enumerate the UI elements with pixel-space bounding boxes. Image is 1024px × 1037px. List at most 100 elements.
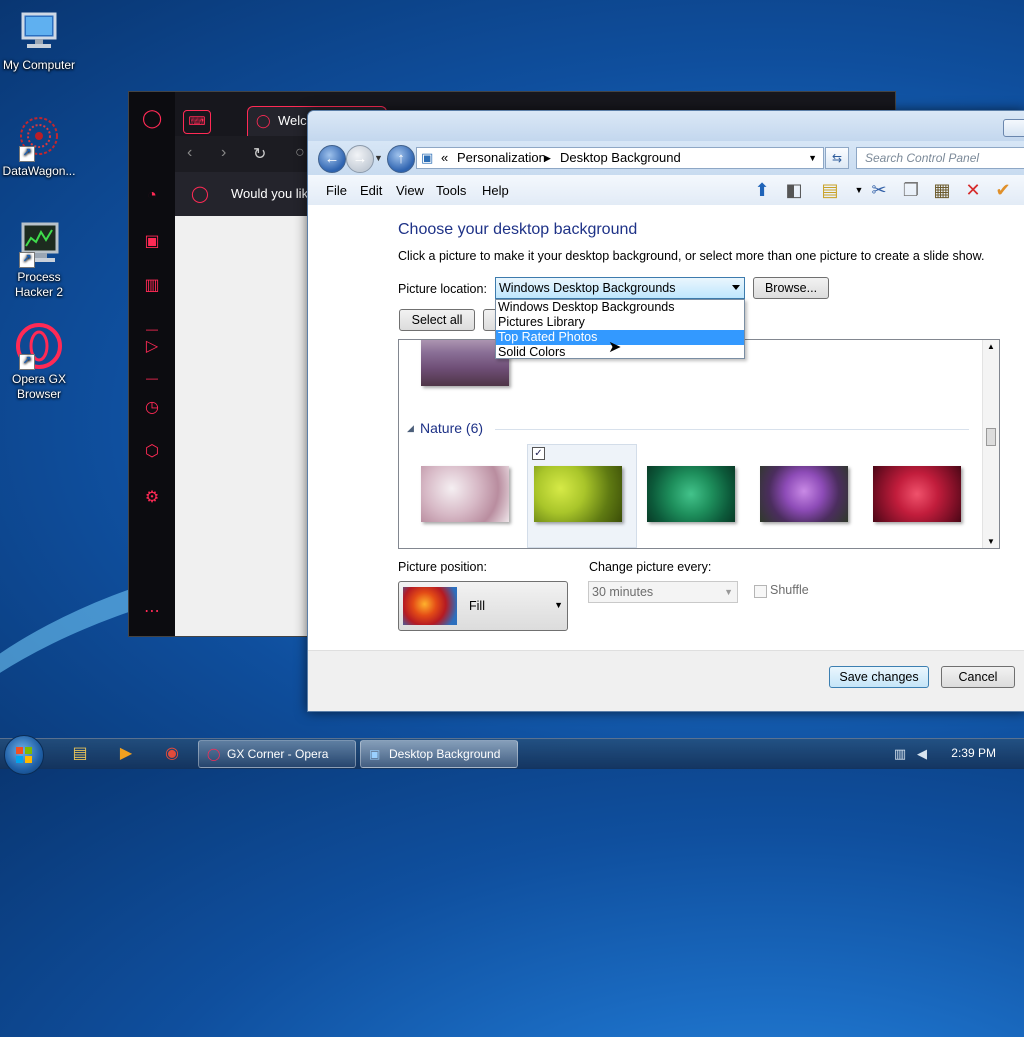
change-picture-label: Change picture every: [589, 560, 712, 574]
page-title: Choose your desktop background [398, 221, 638, 238]
taskbar: ▤ ▶ ◉ ◯ GX Corner - Opera ▣ Desktop Back… [0, 735, 1024, 775]
back-button[interactable]: ← [318, 145, 346, 173]
menu-tools[interactable]: Tools [436, 183, 466, 198]
nature-photo-leaves[interactable] [647, 466, 735, 522]
network-icon[interactable]: ▥ [888, 742, 912, 766]
cut-icon[interactable]: ✂ [868, 179, 890, 201]
shortcut-arrow-icon: ↗ [19, 146, 35, 162]
delete-icon[interactable]: ✕ [962, 179, 984, 201]
control-panel-icon: ▣ [369, 747, 381, 761]
settings-gear-icon[interactable]: ⚙ [142, 488, 162, 508]
picture-position-value: Fill [469, 599, 485, 613]
checkmark-icon[interactable]: ✔ [992, 179, 1014, 201]
collapse-icon[interactable]: ◢ [407, 423, 414, 434]
nature-photo-thistle[interactable] [760, 466, 848, 522]
picture-location-select[interactable]: Windows Desktop Backgrounds [495, 277, 745, 299]
scroll-up-icon[interactable]: ▲ [987, 342, 995, 351]
search-input[interactable]: Search Control Panel [856, 147, 1024, 169]
desktop-icon-process-hacker[interactable]: ↗ Process Hacker 2 [0, 220, 80, 300]
select-all-button[interactable]: Select all [399, 309, 475, 331]
chevron-down-icon: ▼ [554, 600, 563, 610]
content-pane: Choose your desktop background Click a p… [308, 205, 1024, 651]
taskbar-item-label: Desktop Background [389, 747, 501, 761]
extensions-icon[interactable]: ⬡ [142, 442, 162, 462]
dropdown-option[interactable]: Pictures Library [496, 315, 744, 330]
nature-photo-succulent[interactable] [534, 466, 622, 522]
infobar-text: Would you like [231, 186, 316, 201]
menu-edit[interactable]: Edit [360, 183, 382, 198]
menu-help[interactable]: Help [482, 183, 509, 198]
paste-icon[interactable]: ▦ [931, 179, 953, 201]
address-toolbar: ← → ▼ ↑ ▣ « Personalization ▶ Desktop Ba… [308, 141, 1024, 175]
browse-button[interactable]: Browse... [753, 277, 829, 299]
history-icon[interactable]: ◷ [142, 398, 162, 418]
up-arrow-icon[interactable]: ⬆ [751, 179, 773, 201]
scrollbar-thumb[interactable] [986, 428, 996, 446]
section-divider [495, 429, 969, 430]
nature-photo-dandelion[interactable] [421, 466, 509, 522]
explorer-icon[interactable]: ▤ [68, 742, 92, 766]
breadcrumb-separator-icon[interactable]: ▶ [544, 148, 551, 168]
refresh-button[interactable]: ⇆ [825, 147, 849, 169]
scroll-down-icon[interactable]: ▼ [987, 537, 995, 546]
more-icon[interactable]: ⋯ [142, 602, 162, 622]
desktop-icon-my-computer[interactable]: My Computer [0, 8, 80, 73]
picture-position-select[interactable]: Fill ▼ [398, 581, 568, 631]
pane-icon[interactable]: ◧ [783, 179, 805, 201]
start-button[interactable] [4, 735, 44, 775]
address-bar[interactable]: ▣ « Personalization ▶ Desktop Background… [416, 147, 824, 169]
desktop-icon-datawagon[interactable]: ↗ DataWagon... [0, 114, 80, 179]
speed-dial-icon[interactable]: ◔ [142, 186, 162, 206]
gallery-scrollbar[interactable]: ▲ ▼ [982, 340, 999, 548]
taskbar-item-label: GX Corner - Opera [227, 747, 329, 761]
desktop-icon-label: Process Hacker 2 [14, 270, 64, 299]
menu-view[interactable]: View [396, 183, 424, 198]
shuffle-checkbox[interactable] [754, 585, 767, 598]
folder-icon[interactable]: ▤ [819, 179, 841, 201]
breadcrumb-desktop-background[interactable]: Desktop Background [560, 148, 681, 168]
forward-button[interactable]: → [346, 145, 374, 173]
search-icon[interactable]: ○ [295, 144, 305, 162]
gamepad-icon[interactable]: ⌨ [183, 110, 211, 134]
minimize-button[interactable] [1003, 119, 1024, 137]
up-button[interactable]: ↑ [387, 145, 415, 173]
taskbar-item-desktop-background[interactable]: ▣ Desktop Background [360, 740, 518, 768]
menu-file[interactable]: File [326, 183, 347, 198]
photo-checkbox[interactable]: ✓ [532, 447, 545, 460]
nature-photo-dahlia[interactable] [873, 466, 961, 522]
clock[interactable]: 2:39 PM [951, 746, 996, 760]
recent-pages-icon[interactable]: ▼ [374, 153, 383, 163]
dropdown-option[interactable]: Windows Desktop Backgrounds [496, 300, 744, 315]
media-player-icon[interactable]: ▶ [114, 742, 138, 766]
taskbar-item-opera[interactable]: ◯ GX Corner - Opera [198, 740, 356, 768]
breadcrumb-personalization[interactable]: Personalization [457, 148, 546, 168]
copy-icon[interactable]: ❐ [900, 179, 922, 201]
picture-gallery[interactable]: ◢ Nature (6) ✓ ▲ ▼ [398, 339, 1000, 549]
volume-icon[interactable]: ◀ [910, 742, 934, 766]
shuffle-label: Shuffle [770, 583, 809, 597]
desktop-icon-label: Opera GX Browser [11, 372, 67, 401]
change-picture-value: 30 minutes [592, 585, 654, 599]
process-hacker-icon: ↗ [15, 220, 63, 268]
gx-corner-icon[interactable]: ▣ [142, 232, 162, 252]
twitch-icon[interactable]: ▥ [142, 276, 162, 296]
picture-location-label: Picture location: [398, 282, 487, 296]
chevron-down-icon[interactable]: ▼ [808, 148, 817, 168]
chevron-down-icon[interactable]: ▼ [848, 179, 870, 201]
forward-icon[interactable]: › [221, 144, 226, 162]
change-picture-select[interactable]: 30 minutes ▼ [588, 581, 738, 603]
save-changes-button[interactable]: Save changes [829, 666, 929, 688]
player-icon[interactable]: ▷ [142, 337, 162, 357]
reload-icon[interactable]: ↻ [253, 144, 266, 164]
breadcrumb-overflow[interactable]: « [441, 148, 448, 168]
window-titlebar[interactable] [308, 111, 1024, 141]
dialog-footer: Save changes Cancel [308, 650, 1024, 711]
desktop-icon-opera-gx[interactable]: ↗ Opera GX Browser [0, 322, 80, 402]
section-title[interactable]: Nature (6) [420, 420, 483, 436]
cancel-button[interactable]: Cancel [941, 666, 1015, 688]
opera-logo-icon[interactable]: ◯ [142, 108, 162, 128]
back-icon[interactable]: ‹ [187, 144, 192, 162]
desktop-background-window[interactable]: ← → ▼ ↑ ▣ « Personalization ▶ Desktop Ba… [307, 110, 1024, 712]
chrome-icon[interactable]: ◉ [160, 742, 184, 766]
picture-location-value: Windows Desktop Backgrounds [499, 281, 676, 295]
